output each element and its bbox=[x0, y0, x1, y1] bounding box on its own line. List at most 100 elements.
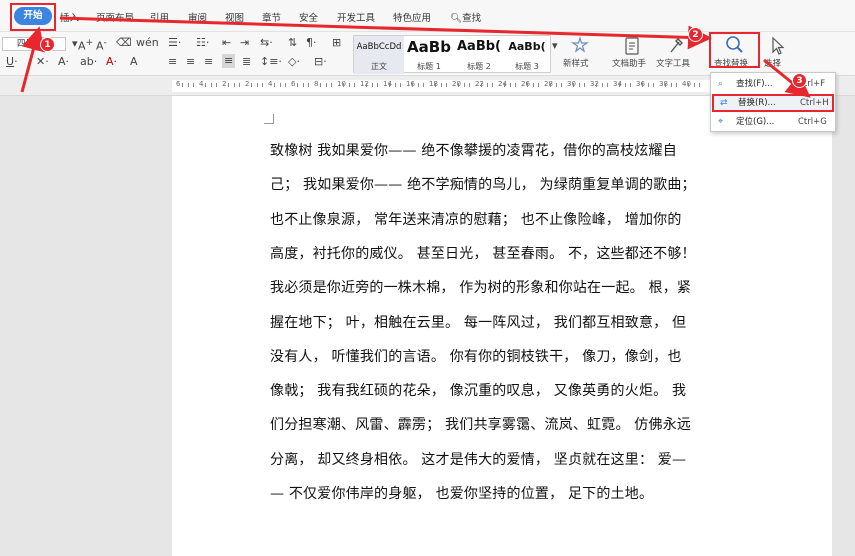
ruler-number: 18 bbox=[429, 80, 438, 88]
paragraph-line[interactable]: 高度，衬托你的威仪。 甚至日光， 甚至春雨。 不，这些都还不够！ bbox=[270, 243, 696, 263]
text-effect-icon[interactable]: A· bbox=[58, 56, 69, 68]
show-marks-icon[interactable]: ¶· bbox=[306, 37, 317, 49]
paragraph-line[interactable]: 握在地下； 叶，相触在云里。 每一阵风过， 我们都互相致意， 但 bbox=[270, 312, 686, 332]
search-icon: ⌕ bbox=[718, 79, 724, 89]
ruler-tick bbox=[641, 83, 643, 87]
grow-font-icon[interactable]: A+ bbox=[78, 37, 93, 53]
tab-security[interactable]: 安全 bbox=[299, 10, 318, 24]
select-cursor-icon[interactable] bbox=[767, 36, 789, 56]
tab-chapter[interactable]: 章节 bbox=[262, 10, 281, 24]
align-left-icon[interactable]: ≡ bbox=[168, 56, 177, 68]
paragraph-line[interactable]: 像戟； 我有我红硕的花朵， 像沉重的叹息， 又像英勇的火炬。 我 bbox=[270, 380, 686, 400]
document-helper-icon[interactable] bbox=[621, 36, 643, 56]
new-style-button[interactable]: 新样式 bbox=[563, 57, 589, 69]
document-helper-button[interactable]: 文档助手 bbox=[612, 57, 646, 69]
style-normal[interactable]: AaBbCcDd 正文 bbox=[354, 36, 404, 74]
shading-icon[interactable]: ◇· bbox=[288, 56, 300, 68]
ruler-tick bbox=[676, 83, 678, 87]
table-border-icon[interactable]: ⊞ bbox=[332, 37, 341, 49]
tab-insert[interactable]: 插入 bbox=[60, 10, 79, 24]
select-button[interactable]: 选择 bbox=[764, 57, 781, 69]
ruler-tick bbox=[193, 83, 195, 87]
ruler-tick bbox=[331, 83, 333, 87]
bullet-list-icon[interactable]: ☰· bbox=[168, 37, 181, 49]
ruler-tick bbox=[670, 83, 672, 87]
step-badge-1: 1 bbox=[40, 37, 55, 52]
new-style-icon[interactable] bbox=[569, 35, 591, 56]
outdent-icon[interactable]: ⇤ bbox=[222, 37, 231, 49]
paragraph-line[interactable]: — 不仅爱你伟岸的身躯， 也爱你坚持的位置， 足下的土地。 bbox=[270, 483, 653, 503]
sort-icon[interactable]: ⇅ bbox=[288, 37, 297, 49]
numbered-list-icon[interactable]: ☷· bbox=[196, 37, 209, 49]
justify-icon[interactable]: ≡ bbox=[222, 54, 236, 68]
ruler-tick bbox=[584, 83, 586, 87]
ruler-tick bbox=[371, 83, 373, 87]
goto-icon: ⌖ bbox=[718, 117, 724, 127]
menu-search[interactable]: 🔍︎查找 bbox=[450, 10, 481, 24]
style-heading-3[interactable]: AaBb( 标题 3 bbox=[504, 36, 550, 74]
tab-review[interactable]: 审阅 bbox=[188, 10, 207, 24]
tab-special-apps[interactable]: 特色应用 bbox=[393, 10, 431, 24]
clear-format-icon[interactable]: ⌫ bbox=[116, 37, 132, 49]
tab-view[interactable]: 视图 bbox=[225, 10, 244, 24]
style-heading-1[interactable]: AaBb 标题 1 bbox=[404, 36, 454, 74]
replace-icon: ⇄ bbox=[720, 98, 728, 108]
ruler-tick bbox=[446, 83, 448, 87]
ruler-tick bbox=[273, 83, 275, 87]
ruler-tick bbox=[365, 83, 367, 87]
chinese-layout-icon[interactable]: ⇆· bbox=[260, 37, 273, 49]
shrink-font-icon[interactable]: A- bbox=[96, 37, 107, 53]
tab-page-layout[interactable]: 页面布局 bbox=[96, 10, 134, 24]
ruler-tick bbox=[216, 83, 218, 87]
menu-item-replace[interactable]: ⇄ 替换(R)... Ctrl+H bbox=[712, 94, 834, 112]
paragraph-line[interactable]: 们分担寒潮、风雷、霹雳； 我们共享雾霭、流岚、虹霓。 仿佛永远 bbox=[270, 414, 691, 434]
ruler-number: 12 bbox=[360, 80, 369, 88]
underline-icon[interactable]: U· bbox=[6, 56, 18, 68]
ruler-tick bbox=[653, 83, 655, 87]
style-heading-2[interactable]: AaBb( 标题 2 bbox=[454, 36, 504, 74]
document-page[interactable]: 致橡树 我如果爱你—— 绝不像攀援的凌霄花，借你的高枝炫耀自 己； 我如果爱你——… bbox=[172, 96, 832, 556]
tab-developer-tools[interactable]: 开发工具 bbox=[337, 10, 375, 24]
char-shading-icon[interactable]: A bbox=[130, 56, 138, 68]
ruler-tick bbox=[354, 83, 356, 87]
strikethrough-icon[interactable]: ✕· bbox=[36, 56, 49, 68]
indent-icon[interactable]: ⇥ bbox=[240, 37, 249, 49]
font-dropdown-chevron-icon[interactable]: ▾ bbox=[72, 38, 78, 50]
ruler-tick bbox=[503, 83, 505, 87]
ruler-tick bbox=[555, 83, 557, 87]
highlight-icon[interactable]: ab· bbox=[80, 56, 97, 68]
paragraph-line[interactable]: 己； 我如果爱你—— 绝不学痴情的鸟儿， 为绿荫重复单调的歌曲； bbox=[270, 174, 696, 194]
ruler-tick bbox=[699, 83, 701, 87]
text-tools-button[interactable]: 文字工具 bbox=[656, 57, 690, 69]
ruler-tick bbox=[457, 83, 459, 87]
ruler-tick bbox=[279, 83, 281, 87]
ruler-tick bbox=[308, 83, 310, 87]
menu-item-find[interactable]: ⌕ 查找(F)... Ctrl+F bbox=[712, 75, 834, 93]
align-right-icon[interactable]: ≡ bbox=[204, 56, 213, 68]
ruler-tick bbox=[210, 83, 212, 87]
text-tools-icon[interactable] bbox=[665, 36, 687, 56]
ruler-tick bbox=[526, 83, 528, 87]
align-center-icon[interactable]: ≡ bbox=[186, 56, 195, 68]
ruler-number: 8 bbox=[314, 80, 319, 88]
paragraph-line[interactable]: 我必须是你近旁的一株木棉， 作为树的形象和你站在一起。 根，紧 bbox=[270, 277, 691, 297]
font-size-select[interactable]: 四号 bbox=[2, 37, 66, 51]
pinyin-icon[interactable]: wén bbox=[136, 37, 159, 49]
ruler-tick bbox=[532, 83, 534, 87]
paragraph-line[interactable]: 没有人， 听懂我们的言语。 你有你的铜枝铁干， 像刀，像剑，也 bbox=[270, 346, 682, 366]
style-scroll-chevron-icon[interactable]: ▾ bbox=[552, 40, 558, 52]
paragraph-line[interactable]: 也不止像泉源， 常年送来清凉的慰藉； 也不止像险峰， 增加你的 bbox=[270, 209, 682, 229]
ruler-tick bbox=[348, 83, 350, 87]
ruler-number: 26 bbox=[521, 80, 530, 88]
paragraph-line[interactable]: 分离， 却又终身相依。 这才是伟大的爱情， 坚贞就在这里： 爱— bbox=[270, 449, 686, 469]
ruler-tick bbox=[630, 83, 632, 87]
margin-corner-mark bbox=[264, 114, 274, 124]
tab-references[interactable]: 引用 bbox=[150, 10, 169, 24]
distribute-icon[interactable]: ≣ bbox=[242, 56, 251, 68]
menu-item-goto[interactable]: ⌖ 定位(G)... Ctrl+G bbox=[712, 113, 834, 131]
paragraph-line[interactable]: 致橡树 我如果爱你—— 绝不像攀援的凌霄花，借你的高枝炫耀自 bbox=[270, 140, 677, 160]
line-spacing-icon[interactable]: ↕≡· bbox=[260, 56, 282, 68]
border-icon[interactable]: ⊟· bbox=[314, 56, 327, 68]
font-color-icon[interactable]: A· bbox=[106, 56, 117, 68]
ruler-tick bbox=[233, 83, 235, 87]
